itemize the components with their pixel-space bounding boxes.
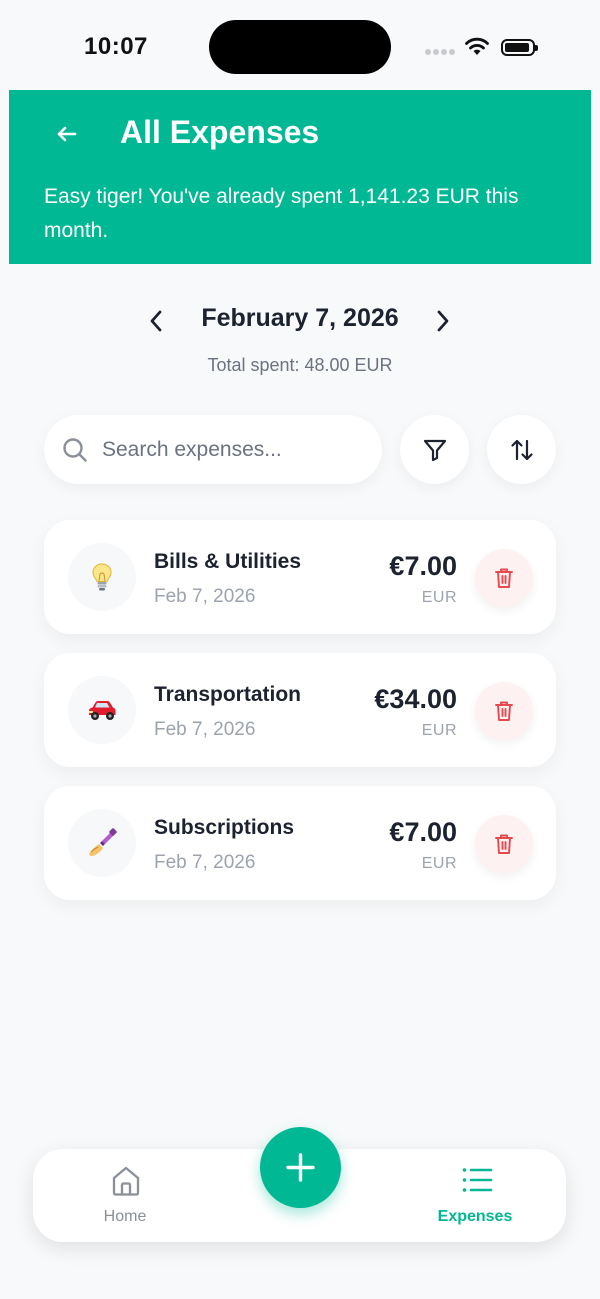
expense-currency: EUR bbox=[421, 855, 457, 872]
home-icon bbox=[112, 1166, 140, 1196]
spending-message: Easy tiger! You've already spent 1,141.2… bbox=[44, 185, 519, 242]
expense-card[interactable]: Subscriptions Feb 7, 2026 €7.00 EUR bbox=[44, 786, 556, 900]
current-date: February 7, 2026 bbox=[201, 304, 399, 332]
search-input[interactable]: Search expenses... bbox=[44, 415, 382, 484]
car-icon bbox=[89, 701, 116, 720]
trash-icon bbox=[495, 701, 513, 721]
category-icon-container bbox=[68, 676, 136, 744]
plus-icon bbox=[286, 1153, 315, 1182]
wifi-icon bbox=[465, 37, 489, 55]
expense-currency: EUR bbox=[421, 722, 457, 739]
expense-amount: €7.00 bbox=[389, 817, 457, 847]
delete-expense-button[interactable] bbox=[475, 682, 533, 740]
expense-category: Bills & Utilities bbox=[154, 550, 302, 573]
previous-day-button[interactable] bbox=[144, 306, 168, 336]
category-icon-container bbox=[68, 543, 136, 611]
category-icon-container bbox=[68, 809, 136, 877]
expense-card[interactable]: Transportation Feb 7, 2026 €34.00 EUR bbox=[44, 653, 556, 767]
next-day-button[interactable] bbox=[431, 306, 455, 336]
delete-expense-button[interactable] bbox=[475, 549, 533, 607]
tab-home[interactable]: Home bbox=[55, 1149, 195, 1242]
page-header: All Expenses Easy tiger! You've already … bbox=[9, 90, 591, 264]
tab-expenses-label: Expenses bbox=[437, 1208, 513, 1225]
expense-date: Feb 7, 2026 bbox=[154, 586, 256, 607]
expense-category: Subscriptions bbox=[154, 816, 295, 839]
expense-amount: €7.00 bbox=[389, 551, 457, 581]
total-spent: Total spent: 48.00 EUR bbox=[207, 355, 393, 375]
date-navigator: February 7, 2026 bbox=[0, 300, 600, 340]
add-expense-button[interactable] bbox=[260, 1127, 341, 1208]
page-title: All Expenses bbox=[120, 114, 320, 150]
chevron-right-icon bbox=[437, 310, 449, 332]
status-time: 10:07 bbox=[84, 33, 148, 60]
search-placeholder: Search expenses... bbox=[102, 438, 282, 461]
expense-card[interactable]: Bills & Utilities Feb 7, 2026 €7.00 EUR bbox=[44, 520, 556, 634]
trash-icon bbox=[495, 834, 513, 854]
tab-expenses[interactable]: Expenses bbox=[405, 1149, 545, 1242]
back-button[interactable] bbox=[49, 120, 85, 148]
filter-button[interactable] bbox=[400, 415, 469, 484]
status-bar: 10:07 bbox=[0, 0, 600, 90]
sort-button[interactable] bbox=[487, 415, 556, 484]
sort-arrows-icon bbox=[511, 439, 533, 461]
expense-date: Feb 7, 2026 bbox=[154, 852, 256, 873]
filter-icon bbox=[423, 439, 447, 462]
tab-home-label: Home bbox=[103, 1208, 147, 1225]
battery-icon bbox=[501, 39, 538, 56]
nail-polish-icon bbox=[89, 828, 117, 857]
dynamic-island bbox=[209, 20, 391, 74]
expense-currency: EUR bbox=[421, 589, 457, 606]
search-icon bbox=[63, 438, 87, 462]
chevron-left-icon bbox=[150, 310, 162, 332]
arrow-left-icon bbox=[57, 126, 77, 142]
expense-date: Feb 7, 2026 bbox=[154, 719, 256, 740]
expense-category: Transportation bbox=[154, 683, 302, 706]
cellular-signal-icon bbox=[425, 49, 455, 55]
expense-amount: €34.00 bbox=[374, 684, 457, 714]
lightbulb-icon bbox=[92, 563, 112, 591]
list-icon bbox=[462, 1168, 493, 1192]
trash-icon bbox=[495, 568, 513, 588]
delete-expense-button[interactable] bbox=[475, 815, 533, 873]
